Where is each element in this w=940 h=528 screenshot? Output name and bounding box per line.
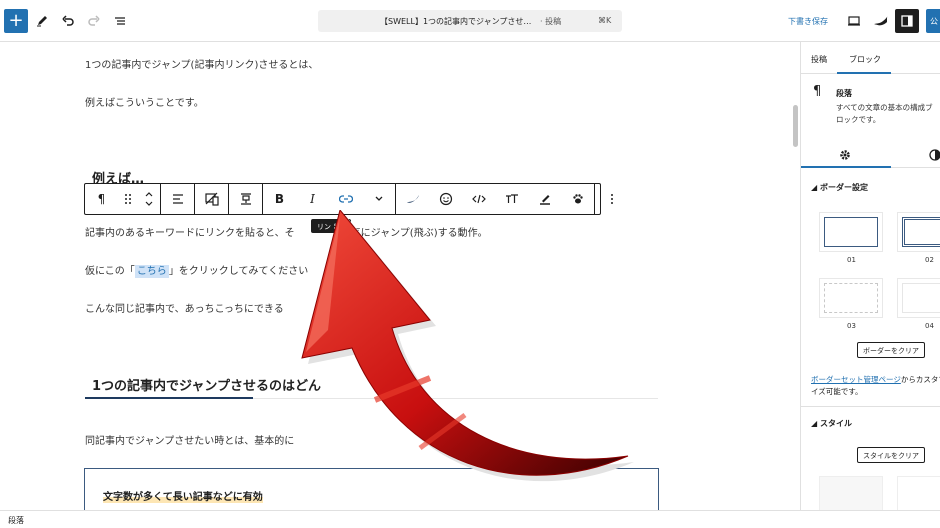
block-breadcrumb[interactable]: 段落 [8,515,24,526]
editor-top-bar: + 【SWELL】1つの記事内でジャンプさせ… · 投稿 ⌘K 下書き保存 公 [0,0,940,42]
format-group: B I [263,184,396,214]
style-option-2[interactable] [897,476,940,510]
border-option-03[interactable] [819,278,883,318]
add-block-button[interactable]: + [4,9,28,33]
border-preview-03 [824,283,878,313]
block-toolbar: ¶ B I [84,183,613,215]
highlighter-icon[interactable] [528,184,561,214]
styles-icon[interactable] [929,146,940,165]
font-size-icon[interactable] [495,184,528,214]
tab-block[interactable]: ブロック [849,54,881,65]
paragraph-3[interactable]: 記事内のあるキーワードにリンクを貼ると、そ 一気にジャンプ(飛ぶ)する動作。 [85,224,488,239]
style-section-title[interactable]: ◢ スタイル [811,418,852,429]
border-label-02: 02 [925,256,934,264]
gear-icon[interactable] [839,146,851,165]
swell-section-icon: ◢ [811,183,818,192]
drag-handle-icon[interactable] [118,184,138,214]
heading-underline-accent [85,397,253,399]
align-group [161,184,195,214]
preview-icon[interactable] [842,9,866,33]
paragraph-4-pre: 仮にこの「 [85,266,135,277]
selected-link-text[interactable]: こちら [134,265,169,278]
device-visibility-icon[interactable] [195,184,228,214]
paragraph-4[interactable]: 仮にこの「 こちら 」をクリックしてみてください [85,262,309,278]
swell-format-icon[interactable] [396,184,429,214]
options-group [595,184,628,214]
border-settings-title[interactable]: ◢ ボーダー設定 [811,182,868,193]
border-preview-04 [902,283,940,313]
border-label-01: 01 [847,256,856,264]
redo-icon[interactable] [82,9,106,33]
paragraph-3-text-end: 一気にジャンプ(飛ぶ)する動作。 [340,228,488,239]
border-manage-link[interactable]: ボーダーセット管理ページ [811,375,901,384]
sub-tab-active-indicator [801,166,891,168]
border-manage-note: ボーダーセット管理ページからカスタマイズ可能です。 [811,374,940,398]
chevron-down-icon[interactable] [362,184,395,214]
clear-style-button[interactable]: スタイルをクリア [857,447,925,463]
tab-active-indicator [837,72,891,74]
section-divider [801,406,940,407]
paragraph-1[interactable]: 1つの記事内でジャンプ(記事内リンク)させるとは、 [85,56,318,71]
align-icon[interactable] [161,184,194,214]
italic-icon[interactable]: I [296,184,329,214]
border-settings-label: ボーダー設定 [819,183,868,192]
margin-icon[interactable] [229,184,262,214]
paw-icon[interactable] [561,184,594,214]
link-tooltip: リン ⌘K [311,219,351,233]
block-sub-tabs [801,138,940,168]
border-option-01[interactable] [819,212,883,252]
block-card-description: すべての文章の基本の構成ブロックです。 [836,103,933,124]
paragraph-6[interactable]: 同記事内でジャンプさせたい時とは、基本的に [85,432,294,447]
paragraph-3-text: 記事内のあるキーワードにリンクを貼ると、そ [85,228,295,239]
margin-group [229,184,263,214]
document-title-bar[interactable]: 【SWELL】1つの記事内でジャンプさせ… · 投稿 ⌘K [318,10,622,32]
undo-icon[interactable] [56,9,80,33]
border-preview-01 [824,217,878,247]
command-shortcut: ⌘K [598,16,612,25]
block-card-title: 段落 [836,89,852,98]
editor-canvas: 1つの記事内でジャンプ(記事内リンク)させるとは、 例えばこういうことです。 例… [0,42,790,510]
device-group [195,184,229,214]
clear-border-button[interactable]: ボーダーをクリア [857,342,925,358]
settings-sidebar-icon[interactable] [895,9,919,33]
document-type: · 投稿 [540,17,562,26]
save-draft-button[interactable]: 下書き保存 [788,16,828,27]
swell-logo-icon[interactable] [869,9,893,33]
paragraph-2[interactable]: 例えばこういうことです。 [85,94,204,109]
paragraph-icon[interactable]: ¶ [85,184,118,214]
border-label-04: 04 [925,322,934,330]
tab-post[interactable]: 投稿 [811,54,827,65]
paragraph-block-icon: ¶ [813,84,822,99]
style-option-1[interactable] [819,476,883,510]
border-preview-02 [902,217,940,247]
border-option-02[interactable] [897,212,940,252]
bold-icon[interactable]: B [263,184,296,214]
code-icon[interactable] [462,184,495,214]
paragraph-5[interactable]: こんな同じ記事内で、あっちこっちにできる [85,300,284,315]
paragraph-4-post: 」をクリックしてみてください [168,266,309,277]
sidebar-tabs: 投稿 ブロック [801,42,940,74]
more-options-icon[interactable] [595,184,628,214]
list-view-icon[interactable] [108,9,132,33]
box-block-title: 文字数が多くて長い記事などに有効 [103,488,263,503]
emoji-icon[interactable] [429,184,462,214]
document-title: 【SWELL】1つの記事内でジャンプさせ… [380,17,532,26]
pencil-icon[interactable] [30,9,54,33]
border-option-04[interactable] [897,278,940,318]
block-switcher-group: ¶ [85,184,161,214]
move-up-down-icon[interactable] [138,184,160,214]
style-section-label: スタイル [819,419,852,428]
publish-button[interactable]: 公 [926,9,940,33]
canvas-scrollbar[interactable] [793,105,798,147]
swell-section-icon: ◢ [811,419,818,428]
swell-group [396,184,595,214]
link-icon[interactable] [329,184,362,214]
border-label-03: 03 [847,322,856,330]
status-bar: 段落 [0,510,940,528]
settings-sidebar: 投稿 ブロック ¶ 段落 すべての文章の基本の構成ブロックです。 ◢ ボーダー設… [800,42,940,510]
heading-section[interactable]: 1つの記事内でジャンプさせるのはどん [92,375,321,394]
